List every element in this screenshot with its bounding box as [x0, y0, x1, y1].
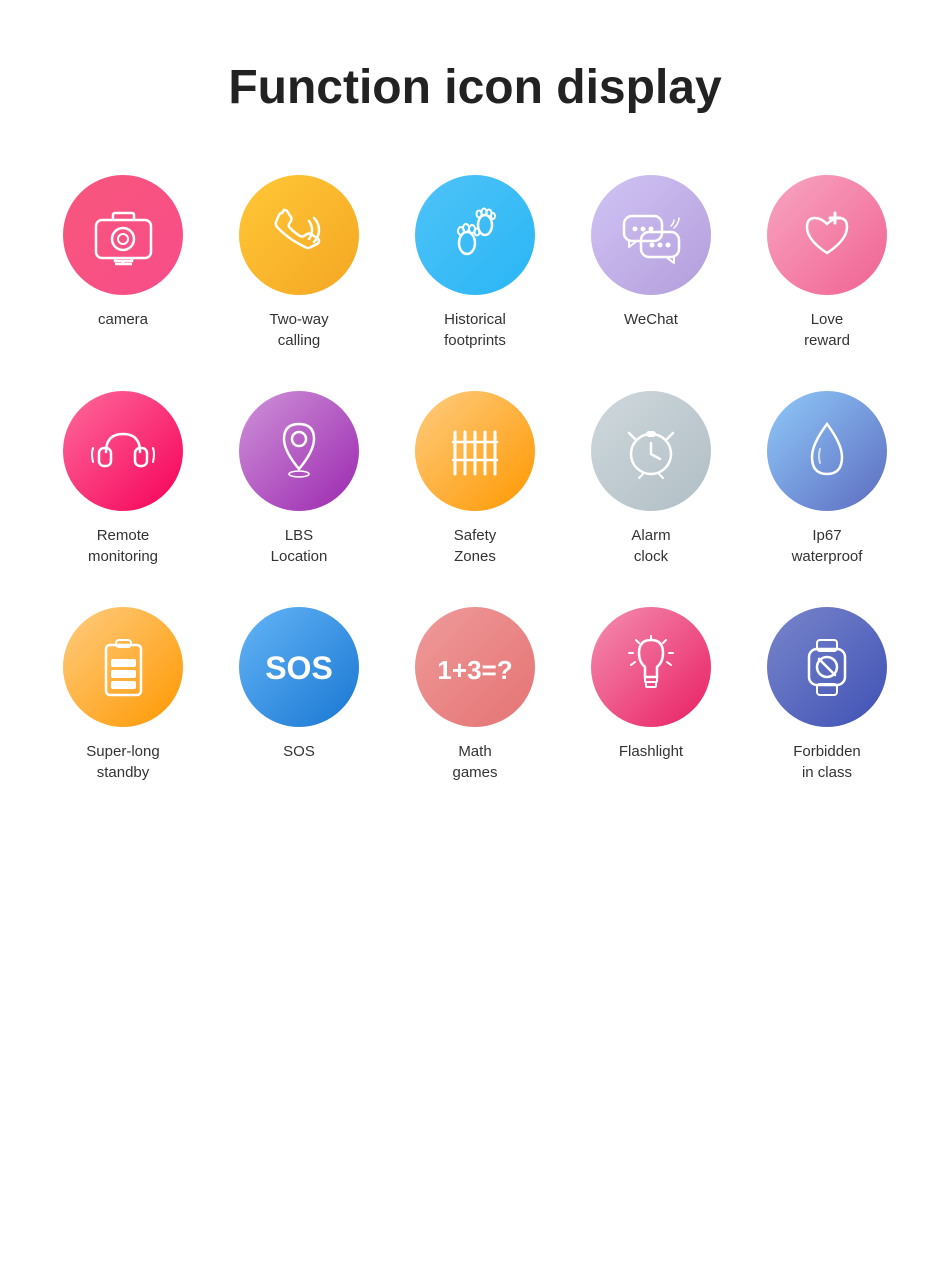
icon-item-math-games: 1+3=? Mathgames — [397, 607, 553, 783]
icon-item-sos: SOS SOS — [221, 607, 377, 783]
icon-label-lbs-location: LBSLocation — [271, 525, 328, 567]
icon-circle-historical-footprints — [415, 175, 535, 295]
icon-label-love-reward: Lovereward — [804, 309, 850, 351]
icon-item-forbidden-in-class: Forbiddenin class — [749, 607, 905, 783]
icon-label-alarm-clock: Alarmclock — [631, 525, 670, 567]
icon-circle-wechat — [591, 175, 711, 295]
icon-item-love-reward: Lovereward — [749, 175, 905, 351]
icon-label-camera: camera — [98, 309, 148, 330]
page-title: Function icon display — [228, 60, 721, 115]
icon-circle-math-games: 1+3=? — [415, 607, 535, 727]
icon-label-super-long-standby: Super-longstandby — [86, 741, 159, 783]
icon-circle-flashlight — [591, 607, 711, 727]
icon-label-ip67-waterproof: Ip67waterproof — [792, 525, 863, 567]
icon-label-math-games: Mathgames — [452, 741, 497, 783]
icon-label-historical-footprints: Historicalfootprints — [444, 309, 506, 351]
icon-item-super-long-standby: Super-longstandby — [45, 607, 201, 783]
icon-label-sos: SOS — [283, 741, 315, 762]
icon-label-safety-zones: SafetyZones — [454, 525, 497, 567]
icon-circle-remote-monitoring — [63, 391, 183, 511]
icon-label-wechat: WeChat — [624, 309, 678, 330]
icon-circle-camera — [63, 175, 183, 295]
icon-label-forbidden-in-class: Forbiddenin class — [793, 741, 861, 783]
icon-item-two-way-calling: Two-waycalling — [221, 175, 377, 351]
icon-item-flashlight: Flashlight — [573, 607, 729, 783]
svg-text:SOS: SOS — [265, 650, 333, 686]
icon-label-remote-monitoring: Remotemonitoring — [88, 525, 158, 567]
icon-circle-forbidden-in-class — [767, 607, 887, 727]
icon-item-alarm-clock: Alarmclock — [573, 391, 729, 567]
icon-item-lbs-location: LBSLocation — [221, 391, 377, 567]
icon-circle-super-long-standby — [63, 607, 183, 727]
icon-circle-ip67-waterproof — [767, 391, 887, 511]
icon-label-two-way-calling: Two-waycalling — [269, 309, 328, 351]
icon-item-wechat: WeChat — [573, 175, 729, 351]
icon-circle-two-way-calling — [239, 175, 359, 295]
icon-item-remote-monitoring: Remotemonitoring — [45, 391, 201, 567]
icon-circle-sos: SOS — [239, 607, 359, 727]
icon-circle-lbs-location — [239, 391, 359, 511]
icon-circle-alarm-clock — [591, 391, 711, 511]
icon-grid: camera Two-waycalling — [45, 175, 905, 783]
icon-item-camera: camera — [45, 175, 201, 351]
icon-circle-safety-zones — [415, 391, 535, 511]
icon-circle-love-reward — [767, 175, 887, 295]
icon-label-flashlight: Flashlight — [619, 741, 683, 762]
icon-item-ip67-waterproof: Ip67waterproof — [749, 391, 905, 567]
icon-item-safety-zones: SafetyZones — [397, 391, 553, 567]
icon-item-historical-footprints: Historicalfootprints — [397, 175, 553, 351]
svg-text:1+3=?: 1+3=? — [437, 655, 512, 685]
